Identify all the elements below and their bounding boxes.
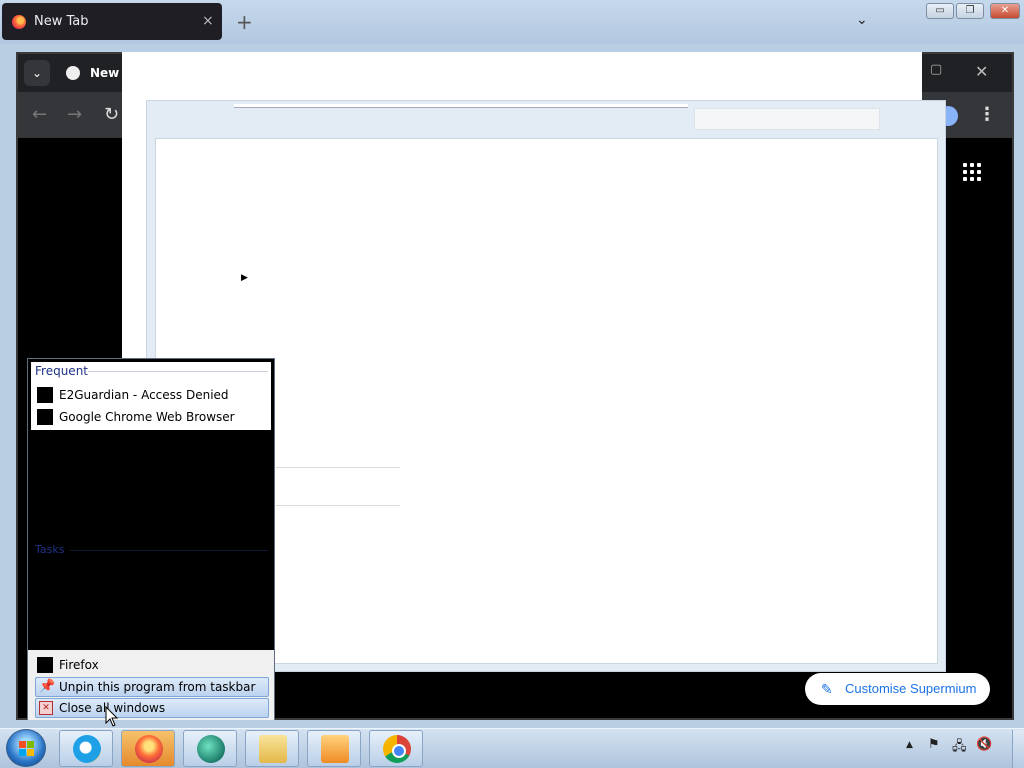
pencil-icon: ✎ xyxy=(821,681,833,697)
firefox-logo-icon xyxy=(12,15,26,29)
taskbar-media-player[interactable] xyxy=(307,730,361,767)
window-close-button[interactable]: ✕ xyxy=(990,3,1020,19)
window-maximize-button[interactable]: ❐ xyxy=(956,3,984,19)
divider xyxy=(276,505,400,506)
reload-icon[interactable]: ↻ xyxy=(104,104,119,125)
firefox-icon xyxy=(135,735,163,763)
chromium-tab-favicon-icon xyxy=(66,66,80,80)
unpin-label: Unpin this program from taskbar xyxy=(59,680,256,694)
expand-arrow-icon[interactable]: ▶ xyxy=(241,273,248,283)
firefox-tab-new-tab[interactable]: New Tab × xyxy=(2,3,222,40)
close-all-windows-item[interactable]: ✕ Close all windows xyxy=(35,698,269,718)
tab-search-button[interactable]: ⌄ xyxy=(24,60,50,86)
window-minimize-button[interactable]: ▭ xyxy=(926,3,954,19)
jumplist-app-item[interactable]: Firefox xyxy=(35,655,269,675)
chromium-maximize-button[interactable]: ▢ xyxy=(930,62,942,77)
mouse-cursor-icon xyxy=(105,706,119,727)
divider xyxy=(70,550,268,551)
jumplist-item[interactable]: Google Chrome Web Browser xyxy=(35,407,269,427)
jumplist-item[interactable]: E2Guardian - Access Denied xyxy=(35,385,269,405)
unpin-from-taskbar-item[interactable]: 📌 Unpin this program from taskbar xyxy=(35,677,269,697)
internet-explorer-icon xyxy=(73,735,101,763)
jumplist-app-label: Firefox xyxy=(59,658,99,672)
windows-logo-icon xyxy=(19,741,35,757)
apps-grid-icon[interactable] xyxy=(963,163,981,181)
tab-close-icon[interactable]: × xyxy=(202,13,214,29)
action-center-flag-icon[interactable]: ⚑ xyxy=(928,737,940,752)
speaker-muted-icon[interactable]: 🔇 xyxy=(976,737,992,752)
start-button[interactable] xyxy=(6,729,46,767)
overlay-search-box[interactable] xyxy=(694,108,880,130)
close-window-icon: ✕ xyxy=(39,701,53,715)
forward-arrow-icon[interactable]: → xyxy=(67,104,82,125)
list-all-tabs-button[interactable]: ⌄ xyxy=(856,12,868,28)
media-player-icon xyxy=(321,735,349,763)
chrome-icon xyxy=(383,735,411,763)
show-desktop-button[interactable] xyxy=(1012,730,1024,768)
pin-icon: 📌 xyxy=(39,679,56,694)
jumplist-item-label: E2Guardian - Access Denied xyxy=(59,388,229,402)
network-icon[interactable]: 🖧 xyxy=(952,737,967,759)
jumplist-tasks-header: Tasks xyxy=(35,543,65,556)
jumplist-item-label: Google Chrome Web Browser xyxy=(59,410,235,424)
customise-label: Customise Supermium xyxy=(845,681,977,696)
tray-expand-icon[interactable]: ▲ xyxy=(906,740,913,750)
firefox-tab-title: New Tab xyxy=(34,14,89,29)
kebab-menu-icon[interactable]: ⋮ xyxy=(978,104,996,125)
new-tab-button[interactable]: + xyxy=(236,10,253,34)
page-icon xyxy=(37,387,53,403)
taskbar-app[interactable] xyxy=(183,730,237,767)
taskbar-file-explorer[interactable] xyxy=(245,730,299,767)
app-globe-icon xyxy=(197,735,225,763)
taskbar-internet-explorer[interactable] xyxy=(59,730,113,767)
page-icon xyxy=(37,409,53,425)
customise-button[interactable]: ✎ Customise Supermium xyxy=(805,673,990,705)
divider xyxy=(88,371,268,372)
jumplist-frequent-header: Frequent xyxy=(35,364,88,378)
folder-icon xyxy=(259,735,287,763)
divider xyxy=(276,467,400,468)
chromium-tab-title[interactable]: New Tab xyxy=(90,66,120,80)
firefox-app-icon xyxy=(37,657,53,673)
back-arrow-icon[interactable]: ← xyxy=(32,104,47,125)
overlay-address-bar[interactable] xyxy=(234,104,688,108)
taskbar-firefox[interactable] xyxy=(121,730,175,767)
taskbar-chrome[interactable] xyxy=(369,730,423,767)
chromium-close-button[interactable]: ✕ xyxy=(975,62,988,81)
